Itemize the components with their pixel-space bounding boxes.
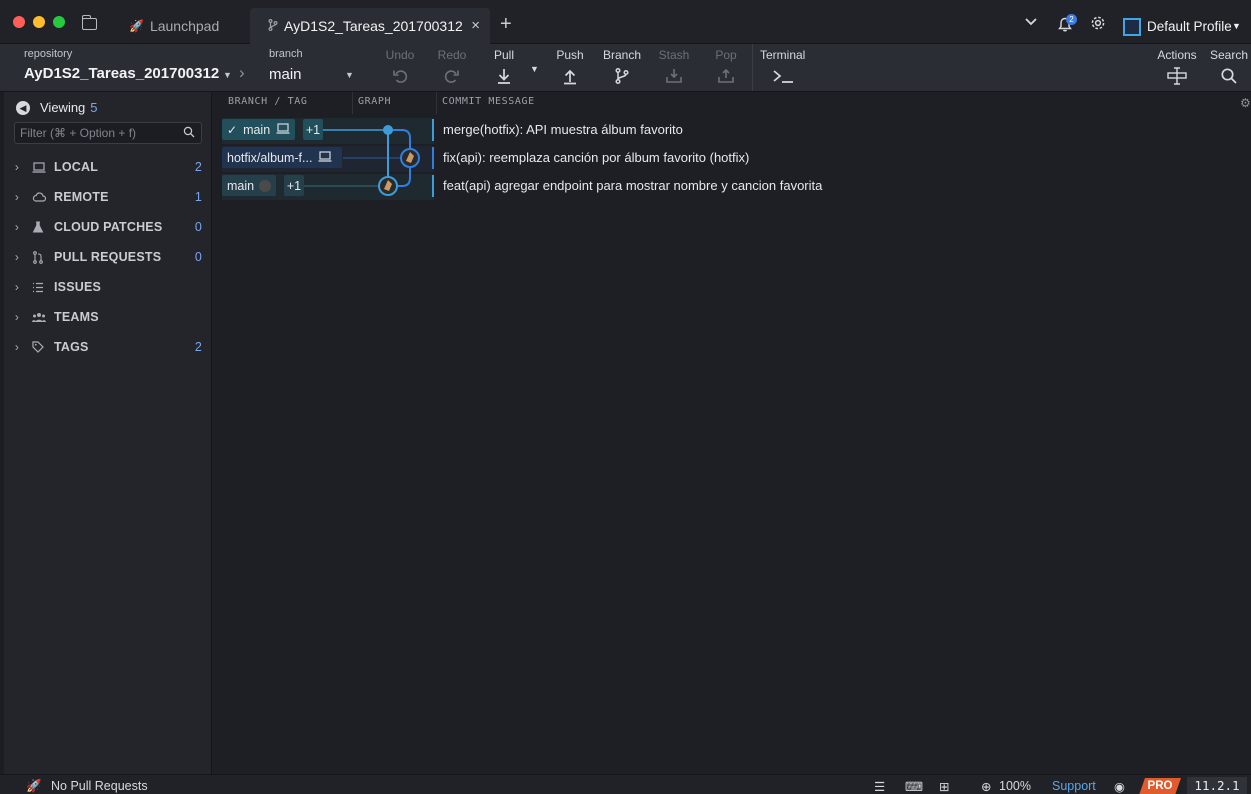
branch-badge-label: main <box>243 122 271 137</box>
commit-indicator <box>432 119 434 141</box>
commit-indicator <box>432 147 434 169</box>
laptop-icon <box>318 150 332 165</box>
branch-badge-label: main <box>227 178 255 193</box>
gift-icon[interactable]: ⊞ <box>939 779 949 794</box>
branch-extra-badge[interactable]: +1 <box>284 175 304 196</box>
laptop-icon <box>276 122 290 137</box>
branch-badge-label: hotfix/album-f... <box>227 150 313 165</box>
pro-badge[interactable]: PRO <box>1139 778 1181 794</box>
branch-extra-badge[interactable]: +1 <box>303 119 323 140</box>
support-link[interactable]: Support <box>1052 779 1096 793</box>
branch-badge-hotfix[interactable]: hotfix/album-f... <box>222 147 342 168</box>
commit-message[interactable]: fix(api): reemplaza canción por álbum fa… <box>443 150 749 165</box>
commit-indicator <box>432 175 434 197</box>
check-icon: ✓ <box>227 122 238 137</box>
version-label: 11.2.1 <box>1187 777 1247 794</box>
commit-graph <box>304 125 420 196</box>
rocket-icon: 🚀 <box>26 779 42 793</box>
zoom-icon[interactable]: ⊕ <box>981 779 991 794</box>
remote-avatar-icon <box>259 179 272 192</box>
commit-message[interactable]: feat(api) agregar endpoint para mostrar … <box>443 178 822 193</box>
branch-badge-origin-main[interactable]: main <box>222 175 277 196</box>
keyboard-icon[interactable]: ⌨ <box>905 779 923 794</box>
pull-requests-status[interactable]: No Pull Requests <box>51 779 148 793</box>
commit-message[interactable]: merge(hotfix): API muestra álbum favorit… <box>443 122 683 137</box>
lightbulb-icon[interactable]: ◉ <box>1114 779 1125 794</box>
status-bar: 🚀 No Pull Requests ☰ ⌨ ⊞ ⊕ 100% Support … <box>0 774 1251 794</box>
branch-badge-main[interactable]: ✓ main <box>222 119 296 140</box>
zoom-level[interactable]: 100% <box>999 779 1031 793</box>
list-icon[interactable]: ☰ <box>874 779 885 794</box>
merge-commit-node <box>383 125 393 135</box>
